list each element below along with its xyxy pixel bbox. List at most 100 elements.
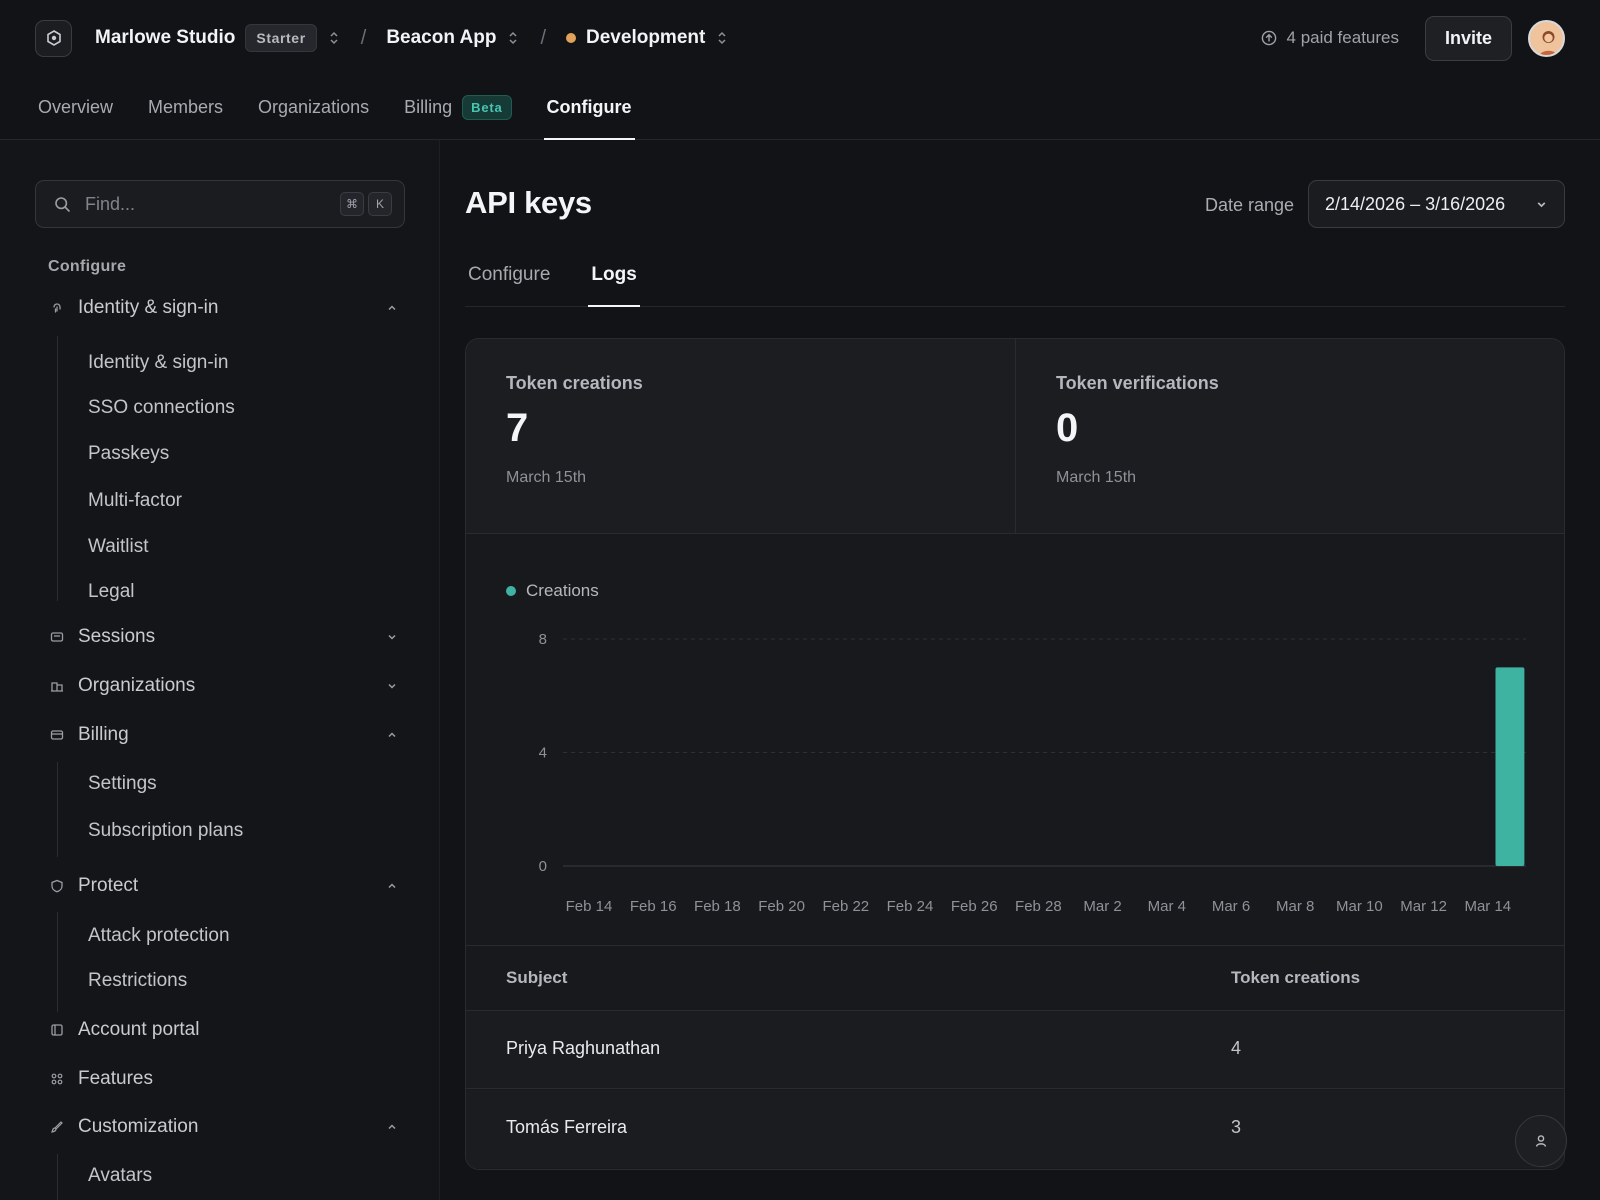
person-icon [1535, 1135, 1547, 1147]
table-row[interactable]: Priya Raghunathan 4 [466, 1011, 1564, 1089]
date-range-value: 2/14/2026 – 3/16/2026 [1325, 193, 1506, 214]
shield-icon [48, 877, 66, 895]
sidebar-item-sso-connections[interactable]: SSO connections [88, 394, 235, 422]
chart-bar[interactable] [1495, 667, 1525, 866]
sidebar-item-legal[interactable]: Legal [88, 578, 135, 606]
sidebar-group-label: Protect [78, 875, 139, 896]
sidebar-item-features[interactable]: Features [48, 1064, 398, 1094]
chart-legend: Creations [506, 581, 599, 601]
x-tick-label: Feb 18 [694, 898, 741, 915]
tree-guide-line [57, 336, 58, 601]
date-range-select[interactable]: 2/14/2026 – 3/16/2026 [1308, 180, 1565, 228]
creations-bar-chart: 0 4 8 Feb 14 Feb 16 Feb 18 Feb 20 Feb 22 Feb 24 F… [539, 631, 1526, 915]
environment-name: Development [586, 27, 706, 48]
tab-logs[interactable]: Logs [588, 258, 641, 307]
sidebar-item-avatars[interactable]: Avatars [88, 1162, 152, 1190]
breadcrumb-separator: / [360, 26, 367, 49]
tab-organizations[interactable]: Organizations [258, 76, 369, 139]
fingerprint-icon [48, 299, 66, 317]
column-header-token-creations[interactable]: Token creations [1231, 968, 1360, 988]
chevron-up-down-icon [329, 31, 339, 45]
sidebar-group-customization[interactable]: Customization [48, 1112, 398, 1142]
sidebar-item-account-portal[interactable]: Account portal [48, 1015, 398, 1045]
x-tick-label: Feb 24 [887, 898, 934, 915]
x-tick-label: Feb 22 [822, 898, 869, 915]
sidebar-item-restrictions[interactable]: Restrictions [88, 967, 187, 995]
stat-token-verifications: Token verifications 0 March 15th [1016, 339, 1564, 533]
sidebar-item-subscription-plans[interactable]: Subscription plans [88, 817, 243, 845]
sidebar-item-billing-settings[interactable]: Settings [88, 770, 157, 798]
tab-overview[interactable]: Overview [38, 76, 113, 139]
sidebar-section-heading: Configure [48, 258, 127, 275]
sidebar-group-billing[interactable]: Billing [48, 720, 398, 750]
sidebar-group-identity[interactable]: Identity & sign-in [48, 293, 398, 323]
search-icon [55, 196, 70, 212]
logs-card: Token creations 7 March 15th Token verif… [465, 338, 1565, 1170]
shortcut-k-key: K [368, 192, 392, 216]
plan-badge: Starter [245, 24, 317, 52]
y-tick-label: 8 [539, 631, 547, 648]
stat-date: March 15th [1056, 469, 1137, 486]
chevron-up-icon [386, 880, 398, 892]
sidebar-group-label: Account portal [78, 1019, 200, 1040]
tab-members[interactable]: Members [148, 76, 223, 139]
tab-configure[interactable]: Configure [543, 76, 635, 140]
main-tabs: Overview Members Organizations Billing B… [0, 76, 1600, 140]
support-button[interactable] [1515, 1115, 1567, 1167]
y-tick-label: 0 [539, 858, 547, 875]
divider [466, 533, 1564, 534]
sidebar-group-label: Features [78, 1068, 153, 1089]
x-tick-label: Mar 4 [1148, 898, 1186, 915]
chevron-up-down-icon [508, 31, 518, 45]
environment-switcher[interactable]: Development [566, 27, 727, 49]
stat-token-creations: Token creations 7 March 15th [466, 339, 1016, 533]
app-switcher[interactable]: Beacon App [386, 27, 518, 49]
stat-date: March 15th [506, 469, 587, 486]
tab-configure[interactable]: Configure [465, 258, 553, 306]
user-avatar[interactable] [1528, 19, 1565, 57]
sidebar-item-attack-protection[interactable]: Attack protection [88, 922, 230, 950]
x-tick-label: Mar 8 [1276, 898, 1314, 915]
chevron-up-down-icon [717, 31, 727, 45]
x-tick-label: Mar 6 [1212, 898, 1250, 915]
org-switcher[interactable]: Marlowe Studio Starter [95, 24, 339, 52]
page-title: API keys [465, 185, 592, 220]
chevron-up-icon [386, 302, 398, 314]
search-input[interactable]: Find... ⌘ K [35, 180, 405, 228]
stat-label: Token verifications [1056, 373, 1219, 393]
stat-value: 0 [1056, 406, 1079, 450]
sidebar-item-multi-factor[interactable]: Multi-factor [88, 487, 182, 515]
table-row[interactable]: Tomás Ferreira 3 [466, 1090, 1564, 1168]
chevron-down-icon [1535, 198, 1548, 211]
date-range-label: Date range [1205, 195, 1295, 215]
stat-label: Token creations [506, 373, 643, 393]
credit-card-icon [48, 726, 66, 744]
breadcrumb-separator: / [540, 26, 547, 49]
app-logo-icon[interactable] [35, 19, 72, 57]
paid-features-link[interactable]: 4 paid features [1261, 28, 1399, 48]
tab-billing[interactable]: Billing Beta [404, 76, 512, 139]
sidebar-group-protect[interactable]: Protect [48, 871, 398, 901]
sidebar-group-organizations[interactable]: Organizations [48, 671, 398, 701]
column-header-subject[interactable]: Subject [506, 968, 567, 988]
table-header: Subject Token creations [466, 945, 1564, 1011]
stat-value: 7 [506, 406, 529, 450]
x-tick-label: Mar 14 [1464, 898, 1511, 915]
sub-tabs: Configure Logs [465, 258, 1565, 307]
sidebar-group-label: Billing [78, 724, 129, 745]
tree-guide-line [57, 1154, 58, 1200]
chevron-up-icon [386, 1121, 398, 1133]
cell-token-creations: 4 [1231, 1038, 1242, 1058]
sidebar-item-waitlist[interactable]: Waitlist [88, 533, 149, 561]
invite-button[interactable]: Invite [1424, 15, 1512, 61]
x-tick-label: Feb 26 [951, 898, 998, 915]
brush-icon [48, 1118, 66, 1136]
x-tick-label: Mar 12 [1400, 898, 1447, 915]
chevron-up-icon [386, 729, 398, 741]
sidebar-item-passkeys[interactable]: Passkeys [88, 440, 169, 468]
cell-subject: Tomás Ferreira [506, 1117, 628, 1137]
sidebar-group-sessions[interactable]: Sessions [48, 622, 398, 652]
session-icon [48, 628, 66, 646]
portal-icon [48, 1021, 66, 1039]
sidebar-item-identity-sign-in[interactable]: Identity & sign-in [88, 349, 228, 377]
